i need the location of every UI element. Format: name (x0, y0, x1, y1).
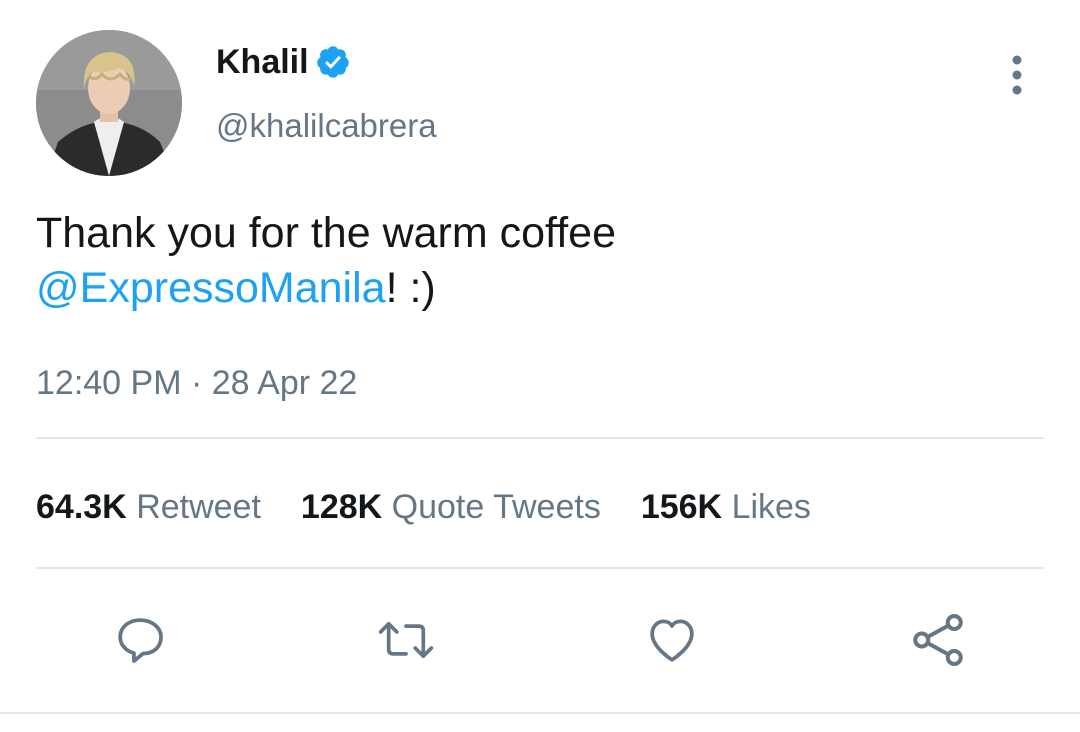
stat-quote-tweets[interactable]: 128K Quote Tweets (301, 486, 601, 528)
tweet-timestamp[interactable]: 12:40 PM · 28 Apr 22 (36, 362, 357, 404)
like-label: Likes (731, 488, 811, 526)
quote-tweet-count: 128K (300, 488, 383, 526)
author-name-row[interactable]: Khalil (216, 42, 351, 82)
quote-tweet-label: Quote Tweets (391, 488, 601, 526)
retweet-label: Retweet (136, 488, 261, 526)
more-options-button[interactable] (994, 52, 1040, 98)
divider (36, 437, 1044, 439)
display-name[interactable]: Khalil (216, 42, 309, 82)
stat-retweets[interactable]: 64.3K Retweet (36, 486, 261, 528)
stat-likes[interactable]: 156K Likes (641, 486, 811, 528)
author-handle[interactable]: @khalilcabrera (216, 106, 437, 146)
tweet-detail: Khalil @khalilcabrera Thank you for the … (0, 0, 1080, 732)
mention-link[interactable]: @ExpressoManila (36, 264, 386, 312)
share-button[interactable] (908, 610, 968, 670)
engagement-stats: 64.3K Retweet 128K Quote Tweets 156K Lik… (36, 486, 811, 528)
avatar-image (36, 30, 182, 176)
avatar[interactable] (36, 30, 182, 176)
retweet-icon (378, 622, 434, 658)
tweet-text-line1: Thank you for the warm coffee (36, 209, 616, 257)
tweet-text-line2: @ExpressoManila! :) (36, 261, 1036, 316)
divider (36, 567, 1044, 569)
reply-icon (118, 618, 163, 663)
retweet-button[interactable] (376, 610, 436, 670)
share-icon (913, 614, 963, 666)
bottom-divider (0, 712, 1080, 714)
tweet-text: Thank you for the warm coffee @ExpressoM… (36, 206, 1036, 316)
like-icon (650, 619, 694, 662)
like-count: 156K (640, 488, 723, 526)
timestamp-separator: · (190, 364, 203, 402)
tweet-time: 12:40 PM (36, 364, 182, 402)
reply-button[interactable] (110, 610, 170, 670)
verified-badge-icon (316, 46, 349, 78)
more-vertical-icon (1012, 55, 1022, 95)
like-button[interactable] (642, 610, 702, 670)
tweet-date: 28 Apr 22 (211, 364, 358, 402)
retweet-count: 64.3K (36, 488, 127, 526)
tweet-text-tail: ! :) (385, 264, 436, 312)
